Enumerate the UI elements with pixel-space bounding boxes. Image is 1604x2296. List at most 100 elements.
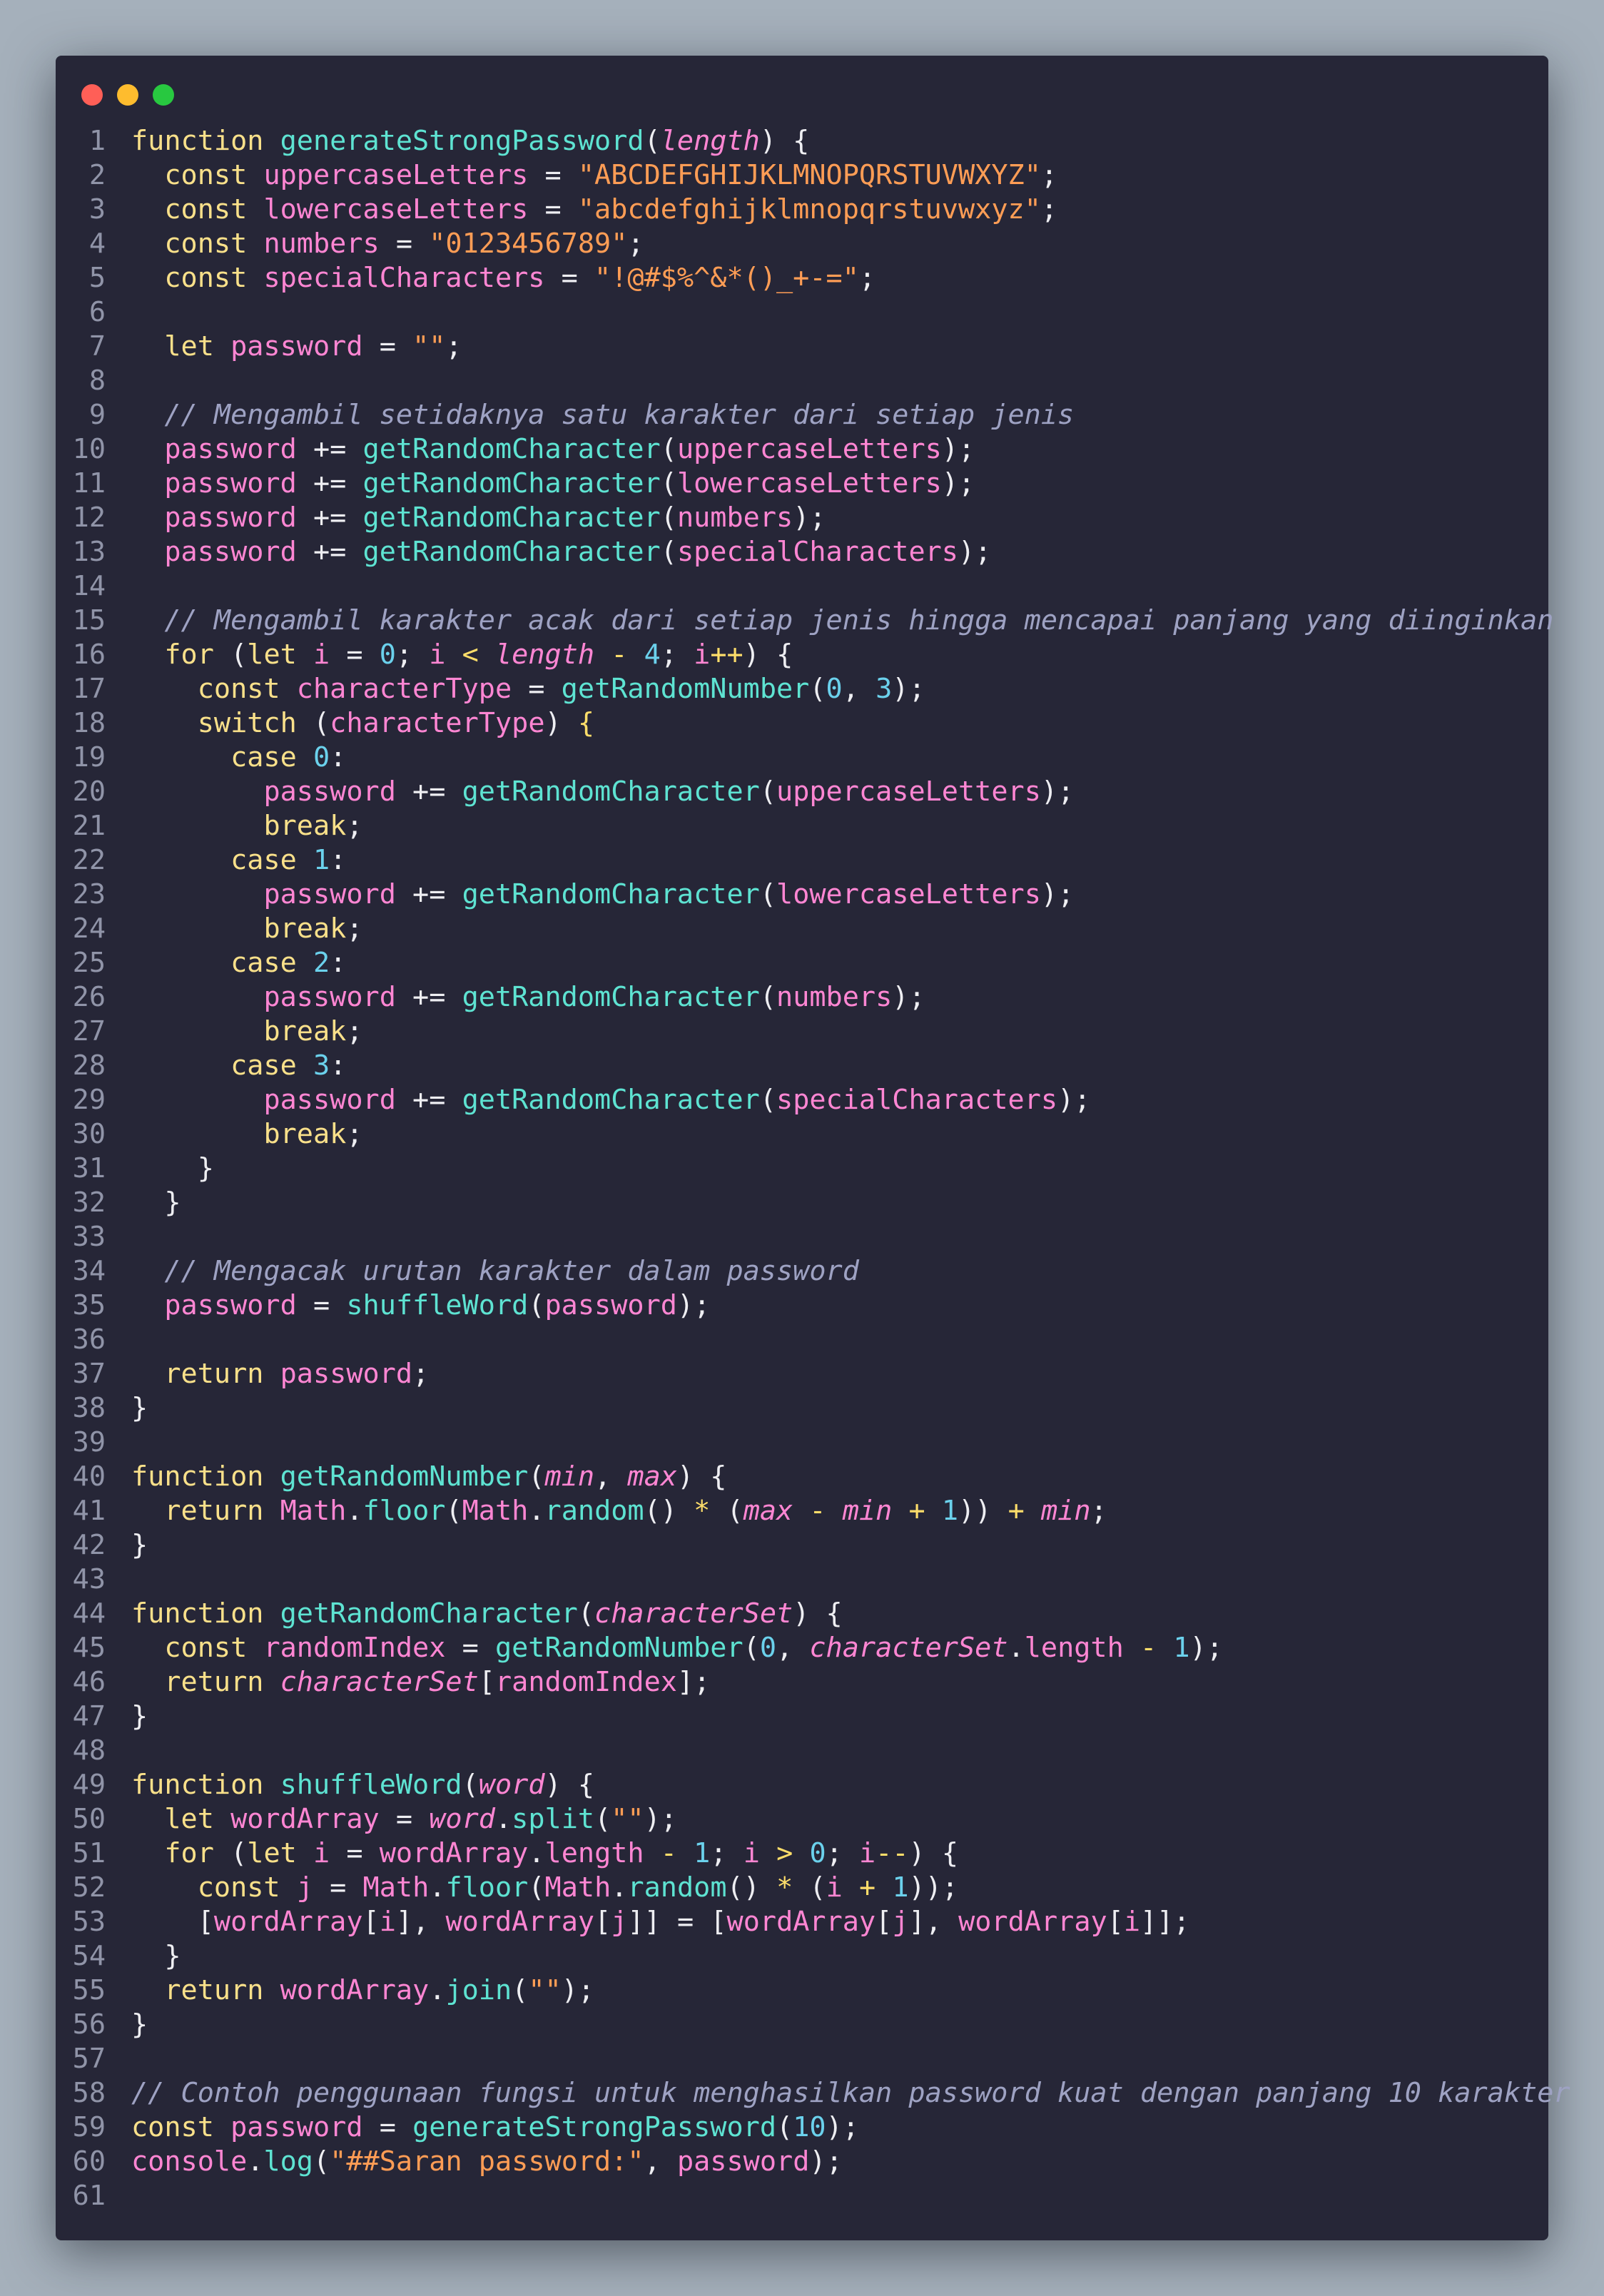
code-token: ( — [528, 1461, 545, 1493]
code-line: 59 const password = generateStrongPasswor… — [56, 2110, 1548, 2145]
code-line: 29 password += getRandomCharacter(specia… — [56, 1083, 1548, 1117]
line-number: 51 — [72, 1837, 106, 1869]
line-code: // Mengambil setidaknya satu karakter da… — [131, 398, 1074, 432]
code-token: = — [544, 262, 595, 294]
code-line: 9 // Mengambil setidaknya satu karakter … — [56, 398, 1548, 432]
code-token: * — [694, 1495, 711, 1527]
code-line: 40 function getRandomNumber(min, max) { — [56, 1460, 1548, 1494]
code-token: ( — [313, 707, 330, 739]
code-token: password — [164, 502, 297, 534]
code-line: 15 // Mengambil karakter acak dari setia… — [56, 604, 1554, 638]
line-number: 14 — [72, 570, 106, 602]
code-line: 14 — [56, 569, 1548, 604]
code-token: numbers — [676, 502, 793, 534]
code-token: i — [313, 639, 330, 671]
code-token: ; — [627, 228, 644, 260]
code-line: 7 let password = ""; — [56, 330, 1548, 364]
code-token: } — [131, 1940, 181, 1972]
code-token: . — [1007, 1632, 1025, 1664]
code-token: ); — [892, 673, 925, 705]
code-line: 16 for (let i = 0; i < length - 4; i++) … — [56, 638, 1548, 672]
code-token: ); — [1189, 1632, 1223, 1664]
line-number: 2 — [88, 159, 106, 191]
line-code: const numbers = "0123456789"; — [131, 227, 644, 261]
code-token: i — [429, 639, 446, 671]
code-token: = — [528, 193, 578, 225]
code-token: > — [759, 1837, 810, 1869]
code-token: 1 — [313, 844, 330, 876]
code-token: ; — [710, 1837, 743, 1869]
code-token: max — [627, 1461, 677, 1493]
code-token: 2 — [313, 947, 330, 979]
code-token: ], — [908, 1906, 959, 1938]
code-token: password — [280, 1358, 413, 1390]
code-token: * — [776, 1871, 793, 1904]
code-token: password — [164, 1289, 297, 1321]
code-token: break — [263, 1118, 347, 1150]
line-number: 12 — [72, 502, 106, 534]
code-token: ( — [445, 1495, 462, 1527]
code-line: 13 password += getRandomCharacter(specia… — [56, 535, 1548, 569]
code-token: } — [131, 1529, 148, 1561]
code-token: getRandomCharacter — [362, 502, 661, 534]
code-token: ) { — [544, 1769, 595, 1801]
code-token: random — [627, 1871, 727, 1904]
code-token: 1 — [892, 1871, 909, 1904]
code-token: floor — [362, 1495, 446, 1527]
code-token: Math — [462, 1495, 529, 1527]
code-token: ) { — [793, 1597, 843, 1630]
code-token: ( — [743, 1632, 760, 1664]
code-token: ( — [759, 878, 777, 910]
line-code: case 0: — [131, 741, 346, 775]
code-token: "##Saran password:" — [330, 2145, 644, 2178]
code-line: 19 case 0: — [56, 741, 1548, 775]
line-code: password += getRandomCharacter(specialCh… — [131, 535, 991, 569]
code-token: wordArray — [379, 1837, 529, 1869]
code-token: ( — [793, 1871, 826, 1904]
code-token: . — [494, 1803, 512, 1835]
code-token: generateStrongPassword — [412, 2111, 776, 2143]
code-token: break — [263, 913, 347, 945]
close-button[interactable] — [81, 84, 103, 106]
code-token: i — [379, 1906, 396, 1938]
line-code: for (let i = 0; i < length - 4; i++) { — [131, 638, 793, 672]
line-number: 41 — [72, 1495, 106, 1527]
code-token: ( — [759, 981, 777, 1013]
code-token: ( — [660, 536, 677, 568]
line-code: password = shuffleWord(password); — [131, 1289, 710, 1323]
code-token: const — [197, 673, 297, 705]
line-number: 55 — [72, 1974, 106, 2006]
code-token: const — [164, 193, 264, 225]
code-token: 3 — [875, 673, 893, 705]
code-line: 3 const lowercaseLetters = "abcdefghijkl… — [56, 193, 1548, 227]
code-token: ( — [313, 2145, 330, 2178]
code-token: , — [842, 673, 876, 705]
line-number: 38 — [72, 1392, 106, 1424]
code-token: [ — [1107, 1906, 1124, 1938]
code-token: ( — [660, 433, 677, 465]
minimize-button[interactable] — [117, 84, 138, 106]
code-token: , — [594, 1461, 628, 1493]
code-token: ; — [1040, 193, 1058, 225]
code-token: password — [230, 2111, 363, 2143]
maximize-button[interactable] — [153, 84, 174, 106]
code-token: ( — [809, 673, 826, 705]
line-code: // Contoh penggunaan fungsi untuk mengha… — [131, 2076, 1570, 2110]
code-line: 22 case 1: — [56, 843, 1548, 878]
code-token: [ — [594, 1906, 611, 1938]
line-number: 31 — [72, 1152, 106, 1184]
code-token: getRandomNumber — [561, 673, 810, 705]
line-number: 24 — [72, 913, 106, 945]
code-token: ; — [1040, 159, 1058, 191]
code-token: ; — [346, 1118, 363, 1150]
code-line: 53 [wordArray[i], wordArray[j]] = [wordA… — [56, 1905, 1548, 1939]
code-token: ( — [759, 776, 777, 808]
code-token: } — [131, 2008, 148, 2041]
